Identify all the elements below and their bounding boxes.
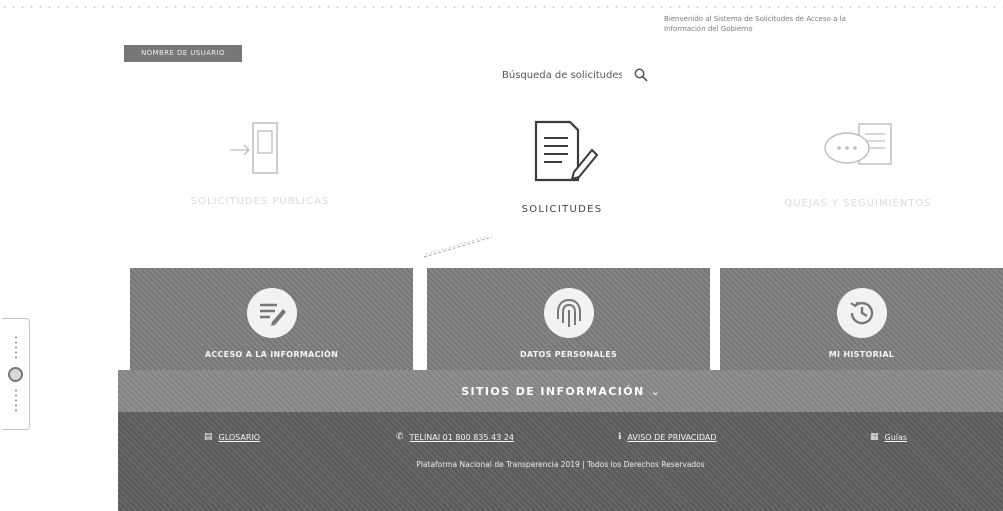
accessibility-widget[interactable] <box>2 318 30 430</box>
footer-link-label: GLOSARIO <box>218 432 261 442</box>
sitios-informacion-toggle[interactable]: SITIOS DE INFORMACIÓN ⌄ <box>118 370 1003 412</box>
search-icon[interactable] <box>634 68 648 82</box>
top-border-dots <box>0 4 1003 10</box>
panel-mi-historial[interactable]: MI HISTORIAL <box>720 268 1003 370</box>
footer-link-label: Guías <box>884 432 908 442</box>
search-bar <box>500 63 648 87</box>
footer: ▤ GLOSARIO ✆ TELINAI 01 800 835 43 24 ℹ … <box>118 412 1003 511</box>
fingerprint-icon <box>543 288 594 338</box>
category-label: SOLICITUDES <box>521 204 603 215</box>
guide-icon: ▦ <box>870 432 879 442</box>
accessibility-icon <box>8 366 23 382</box>
header-note: Bienvenido al Sistema de Solicitudes de … <box>664 14 904 34</box>
category-quejas[interactable]: QUEJAS Y SEGUIMIENTOS <box>763 118 953 209</box>
header-note-line2: Información del Gobierno <box>664 25 753 33</box>
footer-link-glosario[interactable]: ▤ GLOSARIO <box>204 432 260 442</box>
footer-link-telefono[interactable]: ✆ TELINAI 01 800 835 43 24 <box>396 432 514 442</box>
footer-link-guias[interactable]: ▦ Guías <box>870 432 907 442</box>
header-note-line1: Bienvenido al Sistema de Solicitudes de … <box>664 15 846 23</box>
category-label: QUEJAS Y SEGUIMIENTOS <box>784 198 932 209</box>
door-arrow-icon <box>165 118 355 178</box>
edit-list-icon <box>246 288 297 338</box>
footer-link-label: TELINAI 01 800 835 43 24 <box>409 432 514 442</box>
panel-datos-personales[interactable]: DATOS PERSONALES <box>427 268 710 370</box>
info-icon: ℹ <box>618 432 622 442</box>
chat-bubbles-icon <box>763 118 953 180</box>
footer-link-aviso[interactable]: ℹ AVISO DE PRIVACIDAD <box>618 432 717 442</box>
category-solicitudes[interactable]: SOLICITUDES <box>467 118 657 215</box>
chevron-down-icon: ⌄ <box>650 384 660 398</box>
dots-decoration <box>14 334 17 361</box>
copyright-text: Plataforma Nacional de Transparencia 201… <box>416 460 705 469</box>
panel-label: ACCESO A LA INFORMACIÓN <box>204 350 339 359</box>
sitios-label: SITIOS DE INFORMACIÓN <box>461 384 645 398</box>
pointer-line <box>423 235 493 258</box>
user-badge[interactable]: NOMBRE DE USUARIO <box>124 45 242 62</box>
glossary-icon: ▤ <box>204 432 213 442</box>
panel-label: MI HISTORIAL <box>828 350 895 359</box>
dots-decoration <box>14 387 17 414</box>
history-clock-icon <box>836 288 887 338</box>
document-pen-icon <box>467 118 657 186</box>
category-label: SOLICITUDES PÚBLICAS <box>190 196 330 207</box>
search-input[interactable] <box>500 68 624 82</box>
panel-acceso-informacion[interactable]: ACCESO A LA INFORMACIÓN <box>130 268 413 370</box>
category-solicitudes-publicas[interactable]: SOLICITUDES PÚBLICAS <box>165 118 355 207</box>
panel-label: DATOS PERSONALES <box>519 350 618 359</box>
phone-icon: ✆ <box>396 432 404 442</box>
footer-link-label: AVISO DE PRIVACIDAD <box>627 432 717 442</box>
